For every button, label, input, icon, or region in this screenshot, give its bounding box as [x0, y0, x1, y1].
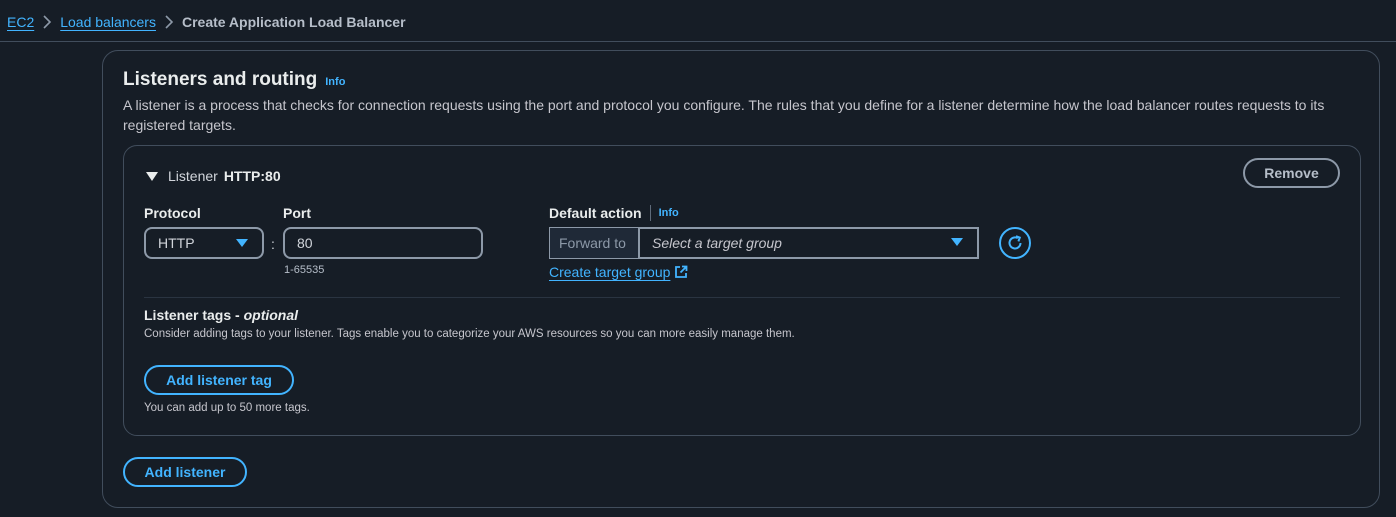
- dropdown-arrow-icon: [236, 239, 248, 247]
- port-label: Port: [283, 205, 311, 221]
- refresh-icon: [1008, 235, 1022, 250]
- default-action-header: Default action Info: [549, 205, 679, 221]
- caret-down-icon[interactable]: [146, 171, 158, 181]
- chevron-right-icon: [34, 15, 60, 29]
- listener-label: Listener: [168, 168, 218, 184]
- chevron-right-icon: [156, 15, 182, 29]
- optional-label: optional: [243, 307, 299, 323]
- tags-limit-note: You can add up to 50 more tags.: [144, 402, 310, 414]
- breadcrumb-current: Create Application Load Balancer: [181, 14, 406, 30]
- add-listener-tag-button[interactable]: Add listener tag: [144, 365, 294, 395]
- listener-tags-title: Listener tags - optional: [144, 307, 298, 323]
- default-action-label: Default action: [549, 205, 642, 221]
- breadcrumb-load-balancers-link[interactable]: Load balancers: [60, 14, 156, 30]
- refresh-button[interactable]: [999, 227, 1031, 259]
- protocol-value: HTTP: [158, 235, 195, 251]
- protocol-port-separator: :: [271, 236, 275, 252]
- breadcrumb-ec2-link[interactable]: EC2: [7, 14, 34, 30]
- breadcrumb: EC2 Load balancers Create Application Lo…: [7, 12, 406, 32]
- listener-card: Listener HTTP:80 Remove Protocol HTTP : …: [123, 145, 1361, 436]
- add-listener-button[interactable]: Add listener: [123, 457, 247, 487]
- protocol-label: Protocol: [144, 205, 201, 221]
- target-group-select[interactable]: Select a target group: [638, 227, 979, 259]
- separator: [649, 205, 651, 221]
- port-input[interactable]: 80: [283, 227, 483, 259]
- create-target-group-label: Create target group: [549, 264, 671, 280]
- port-hint: 1-65535: [284, 264, 325, 276]
- target-group-placeholder: Select a target group: [652, 235, 782, 251]
- listeners-routing-panel: Listeners and routing Info A listener is…: [102, 50, 1380, 508]
- header-divider: [0, 41, 1396, 42]
- protocol-select[interactable]: HTTP: [144, 227, 264, 259]
- listener-tags-label: Listener tags -: [144, 307, 244, 323]
- external-link-icon: [675, 265, 688, 278]
- remove-button[interactable]: Remove: [1243, 158, 1340, 188]
- info-link[interactable]: Info: [325, 76, 345, 88]
- default-action-info-link[interactable]: Info: [659, 207, 679, 219]
- port-value: 80: [297, 235, 313, 251]
- listener-name: HTTP:80: [223, 168, 281, 184]
- section-divider: [144, 297, 1340, 298]
- create-target-group-link[interactable]: Create target group: [549, 264, 688, 280]
- listener-header: Listener HTTP:80: [146, 168, 281, 184]
- forward-to-label: Forward to: [549, 227, 638, 259]
- panel-description: A listener is a process that checks for …: [123, 97, 1325, 133]
- dropdown-arrow-icon: [951, 238, 963, 246]
- listener-tags-description: Consider adding tags to your listener. T…: [144, 328, 795, 340]
- panel-title: Listeners and routing: [123, 69, 318, 90]
- panel-header: Listeners and routing Info: [123, 69, 345, 91]
